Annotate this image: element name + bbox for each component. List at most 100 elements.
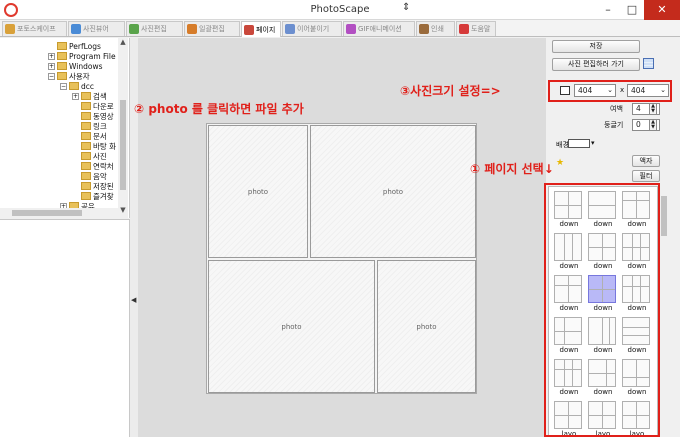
tree-item[interactable]: − 사용자: [48, 71, 90, 81]
tree-vertical-scrollbar[interactable]: ▲ ▼: [118, 38, 128, 218]
photo-cell-2[interactable]: photo: [310, 125, 476, 258]
frame-button[interactable]: 액자: [632, 155, 660, 167]
tree-item[interactable]: 사진: [72, 151, 107, 161]
tab-label: 사진편집: [141, 25, 167, 33]
tab-label: 포토스케이프: [17, 25, 56, 33]
folder-icon: [81, 162, 91, 170]
list-view-icon[interactable]: [643, 58, 654, 69]
tree-item[interactable]: 저장된: [72, 181, 114, 191]
tab-6[interactable]: GIF애니메이션: [343, 21, 415, 36]
tree-item[interactable]: 연락처: [72, 161, 114, 171]
file-list-panel[interactable]: [0, 219, 130, 437]
tab-icon: [244, 24, 254, 35]
tree-item-label: 사용자: [69, 71, 90, 81]
tree-expander-icon[interactable]: −: [60, 82, 67, 90]
margin-stepper[interactable]: ▲ ▼: [649, 103, 657, 115]
tab-label: 도움말: [471, 25, 491, 33]
tab-bar: 포토스케이프 사진뷰어 사진편집 일괄편집 페이지 이어붙이기 GIF애니메이션 인쇄 도움말: [0, 20, 680, 37]
tree-expander-icon[interactable]: +: [72, 92, 79, 100]
folder-icon: [57, 42, 67, 50]
round-label: 둥글기: [604, 121, 624, 129]
tree-item-label: PerfLogs: [69, 41, 101, 51]
background-color-swatch[interactable]: [568, 139, 590, 148]
collapse-arrow-icon[interactable]: ◀: [131, 296, 136, 304]
folder-icon: [69, 82, 79, 90]
tab-icon: [459, 24, 469, 34]
photo-cell-3[interactable]: photo: [208, 260, 375, 393]
tree-item[interactable]: + Windows: [48, 61, 102, 71]
tab-icon: [346, 24, 356, 34]
star-icon[interactable]: ★: [556, 158, 564, 168]
folder-icon: [57, 62, 67, 70]
tree-item[interactable]: − dcc: [60, 81, 94, 91]
tree-item[interactable]: 음악: [72, 171, 107, 181]
tab-label: 페이지: [256, 25, 276, 34]
close-button[interactable]: ✕: [644, 0, 680, 20]
photo-cell-4[interactable]: photo: [377, 260, 476, 393]
annotation-page-select: ① 페이지 선택↓: [470, 162, 554, 176]
tree-expander-icon[interactable]: −: [48, 72, 55, 80]
tab-0[interactable]: 포토스케이프: [2, 21, 67, 36]
tab-label: GIF애니메이션: [358, 25, 402, 33]
tab-7[interactable]: 인쇄: [416, 21, 455, 36]
folder-icon: [81, 112, 91, 120]
tab-3[interactable]: 일괄편집: [184, 21, 240, 36]
tree-item[interactable]: + Program File: [48, 51, 116, 61]
tree-item[interactable]: 링크: [72, 121, 107, 131]
folder-icon: [81, 92, 91, 100]
tree-item[interactable]: 다운로: [72, 101, 114, 111]
tree-item[interactable]: 바탕 화: [72, 141, 116, 151]
tab-icon: [129, 24, 139, 34]
mouse-cursor-icon: ⇕: [402, 2, 411, 13]
folder-icon: [81, 182, 91, 190]
tree-item-label: Windows: [69, 61, 103, 71]
tab-5[interactable]: 이어붙이기: [282, 21, 342, 36]
folder-icon: [81, 192, 91, 200]
tab-4[interactable]: 페이지: [241, 21, 281, 37]
tree-item-label: 즐겨찾: [93, 191, 114, 201]
photo-cell-1[interactable]: photo: [208, 125, 308, 258]
tab-2[interactable]: 사진편집: [126, 21, 183, 36]
tab-label: 이어붙이기: [297, 25, 330, 33]
tree-item[interactable]: PerfLogs: [48, 41, 101, 51]
tab-8[interactable]: 도움말: [456, 21, 496, 36]
tab-label: 사진뷰어: [83, 25, 109, 33]
maximize-button[interactable]: □: [620, 0, 644, 20]
annotation-size-setting: ③사진크기 설정=>: [400, 84, 501, 98]
tree-hscroll-thumb[interactable]: [12, 210, 82, 216]
annotation-click-photo: ② photo 를 클릭하면 파일 추가: [134, 102, 304, 116]
background-label: 배경: [556, 141, 569, 149]
page-select-highlight: [544, 183, 660, 437]
tree-item-label: Program File: [69, 51, 116, 61]
folder-tree[interactable]: PerfLogs + Program File + Windows − 사용자 − dcc + 검색…: [0, 38, 130, 218]
folder-icon: [81, 142, 91, 150]
thumbnail-scroll-thumb[interactable]: [661, 196, 667, 236]
filter-button[interactable]: 필터: [632, 170, 660, 182]
go-edit-button[interactable]: 사진 편집하러 가기: [552, 58, 640, 71]
folder-icon: [81, 122, 91, 130]
folder-icon: [81, 132, 91, 140]
panel-splitter[interactable]: ◀: [130, 38, 138, 437]
tree-scroll-thumb[interactable]: [120, 100, 126, 190]
swatch-dropdown-icon[interactable]: ▾: [591, 139, 595, 147]
tree-expander-icon[interactable]: +: [48, 52, 55, 60]
tab-icon: [187, 24, 197, 34]
tab-icon: [5, 24, 15, 34]
scroll-down-icon[interactable]: ▼: [118, 206, 128, 214]
tree-item[interactable]: 동영상: [72, 111, 114, 121]
tree-item[interactable]: + 검색: [72, 91, 107, 101]
tree-item[interactable]: 문서: [72, 131, 107, 141]
tab-1[interactable]: 사진뷰어: [68, 21, 125, 36]
tree-horizontal-scrollbar[interactable]: [0, 208, 118, 218]
tab-label: 일괄편집: [199, 25, 225, 33]
tree-expander-icon[interactable]: +: [48, 62, 55, 70]
tab-icon: [285, 24, 295, 34]
margin-label: 여백: [610, 105, 623, 113]
tab-icon: [419, 24, 429, 34]
minimize-button[interactable]: –: [596, 0, 620, 20]
scroll-up-icon[interactable]: ▲: [118, 38, 128, 46]
save-button[interactable]: 저장: [552, 40, 640, 53]
size-setting-highlight: [548, 80, 672, 102]
tree-item[interactable]: 즐겨찾: [72, 191, 114, 201]
round-stepper[interactable]: ▲ ▼: [649, 119, 657, 131]
